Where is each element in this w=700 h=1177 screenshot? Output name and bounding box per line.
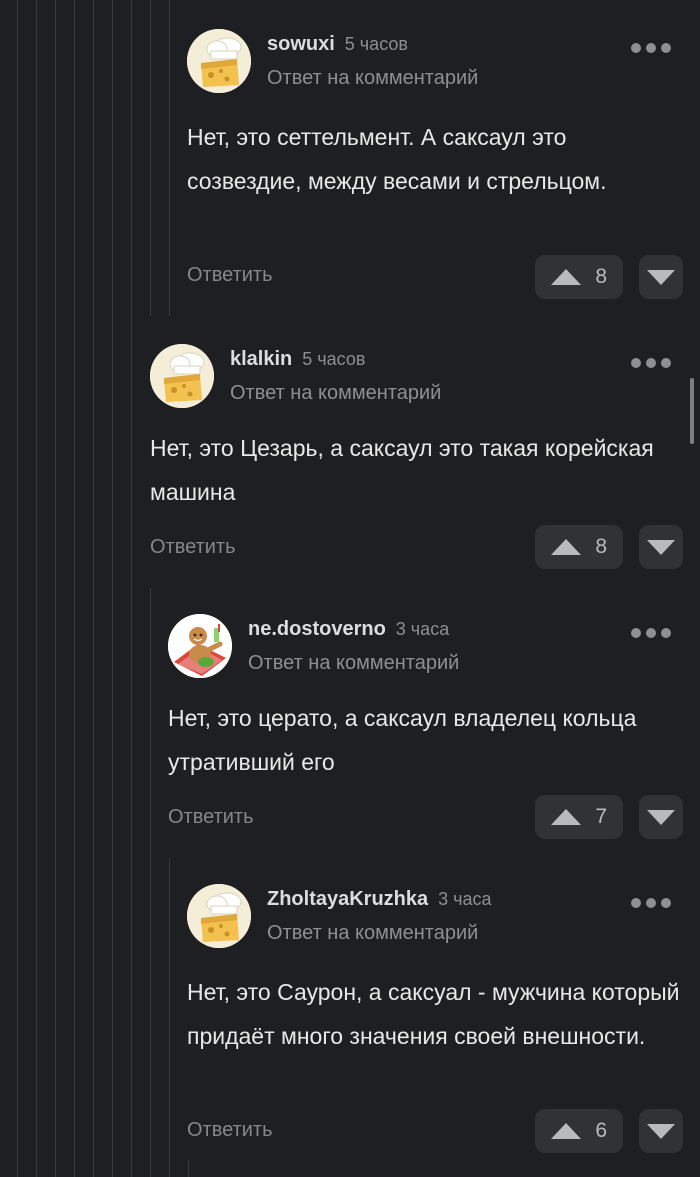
- reply-to-label[interactable]: Ответ на комментарий: [248, 652, 459, 675]
- avatar[interactable]: [150, 344, 214, 408]
- scrollbar[interactable]: [690, 378, 694, 444]
- thread-line: [131, 0, 132, 1177]
- more-dots-icon[interactable]: [631, 896, 671, 910]
- comment-time: 5 часов: [302, 349, 366, 369]
- downvote-arrow-icon: [647, 539, 675, 555]
- comment: ne.dostoverno 3 часа Ответ на комментарий…: [168, 614, 683, 844]
- thread-line: [169, 858, 170, 1177]
- thread-line: [55, 0, 56, 1177]
- upvote-arrow-icon: [551, 269, 581, 285]
- upvote-button[interactable]: 7: [535, 795, 623, 839]
- upvote-arrow-icon: [551, 809, 581, 825]
- username[interactable]: sowuxi 5 часов: [267, 33, 408, 56]
- gingerbread-deckchair-icon: [168, 614, 232, 678]
- avatar[interactable]: [168, 614, 232, 678]
- thread-line: [74, 0, 75, 1177]
- thread-line: [36, 0, 37, 1177]
- username[interactable]: klalkin 5 часов: [230, 348, 365, 371]
- username[interactable]: ZholtayaKruzhka 3 часа: [267, 888, 492, 911]
- avatar[interactable]: [187, 29, 251, 93]
- upvote-arrow-icon: [551, 539, 581, 555]
- reply-to-label[interactable]: Ответ на комментарий: [230, 382, 441, 405]
- reply-button[interactable]: Ответить: [168, 806, 254, 829]
- vote-count: 8: [595, 265, 607, 288]
- downvote-arrow-icon: [647, 1123, 675, 1139]
- thread-line: [169, 0, 170, 316]
- downvote-button[interactable]: [639, 1109, 683, 1153]
- downvote-arrow-icon: [647, 809, 675, 825]
- username[interactable]: ne.dostoverno 3 часа: [248, 618, 449, 641]
- comment-text: Нет, это Саурон, а саксуал - мужчина кот…: [187, 979, 680, 1049]
- reply-button[interactable]: Ответить: [187, 264, 273, 287]
- baker-cheese-icon: [187, 884, 251, 948]
- reply-button[interactable]: Ответить: [187, 1119, 273, 1142]
- vote-count: 8: [595, 535, 607, 558]
- downvote-button[interactable]: [639, 795, 683, 839]
- vote-count: 7: [595, 805, 607, 828]
- avatar[interactable]: [187, 884, 251, 948]
- upvote-button[interactable]: 8: [535, 255, 623, 299]
- reply-to-label[interactable]: Ответ на комментарий: [267, 67, 478, 90]
- reply-to-label[interactable]: Ответ на комментарий: [267, 922, 478, 945]
- more-dots-icon[interactable]: [631, 41, 671, 55]
- downvote-button[interactable]: [639, 525, 683, 569]
- comment-time: 3 часа: [395, 619, 450, 639]
- comment-time: 5 часов: [344, 34, 408, 54]
- comment: ZholtayaKruzhka 3 часа Ответ на комментар…: [187, 884, 683, 1164]
- downvote-button[interactable]: [639, 255, 683, 299]
- comment-text: Нет, это Цезарь, а саксаул это такая кор…: [150, 435, 654, 505]
- more-dots-icon[interactable]: [631, 626, 671, 640]
- upvote-button[interactable]: 6: [535, 1109, 623, 1153]
- thread-line: [150, 588, 151, 1177]
- comment-time: 3 часа: [438, 889, 492, 909]
- comment-text: Нет, это церато, а саксаул владелец коль…: [168, 705, 637, 775]
- thread-line: [93, 0, 94, 1177]
- thread-line: [150, 0, 151, 316]
- downvote-arrow-icon: [647, 269, 675, 285]
- reply-button[interactable]: Ответить: [150, 536, 236, 559]
- comment-thread-screen: sowuxi 5 часов Ответ на комментарий Нет, …: [0, 0, 700, 1177]
- baker-cheese-icon: [187, 29, 251, 93]
- baker-cheese-icon: [150, 344, 214, 408]
- upvote-button[interactable]: 8: [535, 525, 623, 569]
- comment-text: Нет, это сеттельмент. А саксаул это созв…: [187, 124, 607, 194]
- comment: sowuxi 5 часов Ответ на комментарий Нет, …: [187, 29, 683, 309]
- comment: klalkin 5 часов Ответ на комментарий Нет,…: [150, 344, 683, 574]
- vote-count: 6: [595, 1119, 607, 1142]
- thread-line: [112, 0, 113, 1177]
- thread-line: [17, 0, 18, 1177]
- upvote-arrow-icon: [551, 1123, 581, 1139]
- more-dots-icon[interactable]: [631, 356, 671, 370]
